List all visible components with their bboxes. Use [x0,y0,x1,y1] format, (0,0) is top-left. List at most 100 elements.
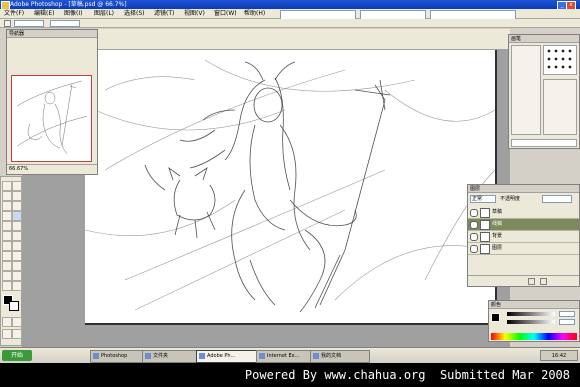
layer-name: 图层 [492,245,503,251]
color-value-field-1[interactable] [559,311,575,317]
quickmask-on-icon[interactable] [12,317,22,327]
layer-row[interactable]: 背景 [468,231,579,243]
trash-icon[interactable] [540,278,547,285]
visibility-eye-icon[interactable] [470,209,478,217]
eraser-tool-icon[interactable] [2,231,12,241]
taskbar: 开始 Photoshop 文件夹 Adobe Ph... Internet Ex… [0,347,580,363]
brush-options-area[interactable] [543,79,577,135]
taskbar-item[interactable]: 我的文档 [310,350,370,363]
color-slider-1[interactable] [507,312,555,316]
menu-select[interactable]: 选择(S) [124,10,145,18]
dodge-tool-icon[interactable] [12,241,22,251]
folder-icon [313,353,319,359]
brush-tips-icon [547,49,572,69]
screen-mode-icon[interactable] [2,329,12,339]
brush-settings-list[interactable] [511,45,541,135]
quickmask-off-icon[interactable] [2,317,12,327]
color-foreground-swatch[interactable] [491,313,500,322]
blend-mode-select[interactable]: 正常 [470,195,496,203]
zoom-tool-icon[interactable] [12,281,22,291]
brushes-title: 画笔 [509,35,579,43]
blur-tool-icon[interactable] [2,241,12,251]
color-title: 颜色 [489,301,579,309]
app-icon [93,353,99,359]
background-color-swatch[interactable] [9,301,19,311]
options-bar [0,19,580,28]
stamp-tool-icon[interactable] [2,221,12,231]
new-layer-icon[interactable] [528,278,535,285]
layer-name: 背景 [492,233,503,239]
menu-edit[interactable]: 编辑(E) [34,10,54,18]
brush-size-field[interactable] [14,20,44,27]
document-canvas[interactable] [85,50,497,325]
move-tool-icon[interactable] [2,181,12,191]
toolbox [0,176,22,346]
color-panel: 颜色 [488,300,580,342]
menu-file[interactable]: 文件(F) [4,10,24,18]
fullscreen-mode-icon[interactable] [12,329,22,339]
gradient-tool-icon[interactable] [12,231,22,241]
layers-title: 图层 [468,185,579,193]
brush-mode-field[interactable] [50,20,80,27]
opacity-field[interactable] [542,195,572,203]
app-icon [199,353,205,359]
brush-tool-icon[interactable] [4,20,11,27]
brush-tool-icon[interactable] [12,211,22,221]
taskbar-item[interactable]: Photoshop [90,350,150,363]
layer-row[interactable]: 图层 [468,243,579,255]
navigator-title: 导航器 [7,30,97,38]
crop-tool-icon[interactable] [2,201,12,211]
browser-icon [259,353,265,359]
brush-tip-grid[interactable] [543,45,577,75]
color-spectrum-bar[interactable] [491,333,577,340]
lasso-tool-icon[interactable] [2,191,12,201]
color-slider-2[interactable] [507,320,555,324]
window-title: Adobe Photoshop - [草稿.psd @ 66.7%] [10,1,127,8]
taskbar-item[interactable]: Internet Ex... [256,350,318,363]
visibility-eye-icon[interactable] [470,245,478,253]
layers-panel: 图层 正常 不透明度 草稿 线稿 背景 图层 [467,184,580,287]
taskbar-item[interactable]: 文件夹 [142,350,204,363]
notes-tool-icon[interactable] [2,271,12,281]
taskbar-item-active[interactable]: Adobe Ph... [196,350,264,363]
layer-row[interactable]: 草稿 [468,207,579,219]
start-button[interactable]: 开始 [2,350,32,361]
navigator-zoom-readout[interactable]: 66.67% [7,164,97,174]
layer-thumbnail [480,244,490,254]
layer-row-selected[interactable]: 线稿 [468,219,579,231]
menu-filter[interactable]: 滤镜(T) [154,10,174,18]
color-value-field-2[interactable] [559,319,575,325]
footer-text: Powered By www.chahua.org Submitted Mar … [244,368,570,382]
pen-tool-icon[interactable] [2,261,12,271]
menu-layer[interactable]: 图层(L) [94,10,114,18]
menu-window[interactable]: 窗口(W) [214,10,237,18]
layer-name: 草稿 [492,209,503,215]
path-tool-icon[interactable] [2,251,12,261]
shape-tool-icon[interactable] [12,261,22,271]
eyedropper-tool-icon[interactable] [12,271,22,281]
visibility-eye-icon[interactable] [470,221,478,229]
menu-view[interactable]: 视图(V) [184,10,205,18]
type-tool-icon[interactable] [12,251,22,261]
hand-tool-icon[interactable] [2,281,12,291]
history-brush-icon[interactable] [12,221,22,231]
system-clock[interactable]: 16:42 [540,350,578,361]
layer-thumbnail [480,232,490,242]
healing-tool-icon[interactable] [2,211,12,221]
visibility-eye-icon[interactable] [470,233,478,241]
sketch-artwork [85,59,496,313]
navigator-panel: 导航器 66.67% [6,29,98,175]
layer-name: 线稿 [492,221,503,227]
layers-footer [468,275,579,286]
magic-wand-icon[interactable] [12,191,22,201]
watermark-footer: Powered By www.chahua.org Submitted Mar … [0,363,580,387]
navigator-thumbnail[interactable] [11,75,92,162]
title-bar: Adobe Photoshop - [草稿.psd @ 66.7%] _ x [0,0,580,10]
brush-preview-stroke [511,139,577,147]
menu-image[interactable]: 图像(I) [64,10,82,18]
marquee-tool-icon[interactable] [12,181,22,191]
slice-tool-icon[interactable] [12,201,22,211]
menu-help[interactable]: 帮助(H) [244,10,265,18]
layer-thumbnail [480,220,490,230]
menu-bar: 文件(F) 编辑(E) 图像(I) 图层(L) 选择(S) 滤镜(T) 视图(V… [0,9,580,20]
